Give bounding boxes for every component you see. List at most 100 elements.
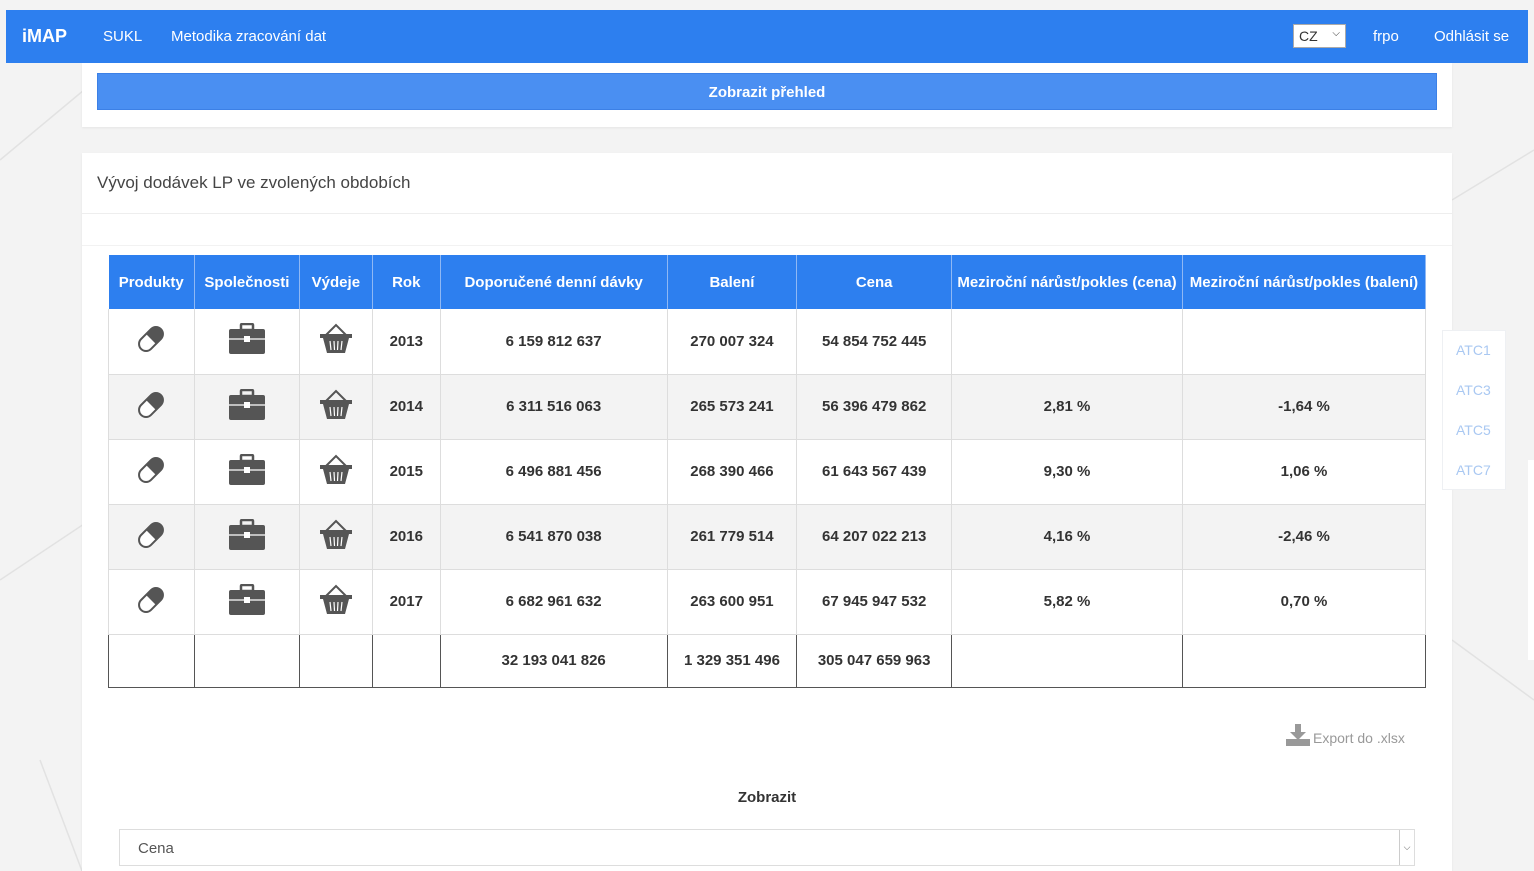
- nav-link-metodika[interactable]: Metodika zracování dat: [171, 28, 326, 45]
- export-button[interactable]: Export do .xlsx: [1286, 724, 1405, 746]
- pill-icon[interactable]: [133, 321, 169, 361]
- column-header[interactable]: Výdeje: [299, 255, 373, 309]
- dispense-cell: [299, 309, 373, 375]
- company-cell: [194, 439, 300, 505]
- tab-atc3[interactable]: ATC3: [1456, 382, 1491, 398]
- download-icon: [1286, 724, 1310, 746]
- company-cell: [194, 504, 300, 570]
- scrollbar[interactable]: [1528, 460, 1534, 660]
- baleni-cell: 270 007 324: [667, 309, 798, 375]
- basket-icon[interactable]: [318, 389, 354, 425]
- product-cell: [108, 374, 195, 440]
- export-label: Export do .xlsx: [1313, 730, 1405, 746]
- empty-cell: [298, 633, 373, 688]
- language-select[interactable]: CZ ⌵: [1293, 24, 1346, 48]
- dispense-cell: [299, 504, 373, 570]
- data-table: Produkty Společnosti Výdeje Rok Doporuče…: [108, 255, 1427, 688]
- briefcase-icon[interactable]: [228, 388, 266, 425]
- year-cell: 2013: [372, 309, 441, 375]
- user-link[interactable]: frpo: [1373, 28, 1399, 45]
- column-header[interactable]: Balení: [667, 255, 798, 309]
- table-row: 2015 6 496 881 456 268 390 466 61 643 567 4…: [108, 439, 1427, 505]
- product-cell: [108, 504, 195, 570]
- company-cell: [194, 309, 300, 375]
- tab-atc7[interactable]: ATC7: [1456, 462, 1491, 478]
- show-overview-button[interactable]: Zobrazit přehled: [97, 73, 1437, 110]
- product-cell: [108, 569, 195, 635]
- yoy-baleni-cell: 0,70 %: [1182, 569, 1427, 635]
- pill-icon[interactable]: [133, 452, 169, 492]
- column-header[interactable]: Rok: [372, 255, 441, 309]
- card-title: Vývoj dodávek LP ve zvolených obdobích: [97, 173, 411, 192]
- basket-icon[interactable]: [318, 584, 354, 620]
- display-label: Zobrazit: [737, 789, 797, 806]
- brand-logo[interactable]: iMAP: [22, 26, 67, 47]
- cena-cell: 67 945 947 532: [796, 569, 952, 635]
- column-header[interactable]: Produkty: [108, 255, 195, 309]
- company-cell: [194, 374, 300, 440]
- basket-icon[interactable]: [318, 519, 354, 555]
- dispense-cell: [299, 569, 373, 635]
- display-select-value: Cena: [138, 840, 174, 857]
- tab-atc5[interactable]: ATC5: [1456, 422, 1491, 438]
- total-ddd: 32 193 041 826: [439, 633, 668, 688]
- yoy-baleni-cell: 1,06 %: [1182, 439, 1427, 505]
- cena-cell: 61 643 567 439: [796, 439, 952, 505]
- cena-cell: 56 396 479 862: [796, 374, 952, 440]
- yoy-cena-cell: 9,30 %: [951, 439, 1183, 505]
- chevron-down-icon: ⌵: [1332, 28, 1340, 39]
- ddd-cell: 6 311 516 063: [440, 374, 668, 440]
- totals-row: 32 193 041 826 1 329 351 496 305 047 659…: [108, 633, 1427, 688]
- ddd-cell: 6 159 812 637: [440, 309, 668, 375]
- top-navbar: iMAP SUKL Metodika zracování dat CZ ⌵ fr…: [6, 10, 1528, 63]
- briefcase-icon[interactable]: [228, 518, 266, 555]
- empty-cell: [1181, 633, 1427, 688]
- column-header[interactable]: Cena: [796, 255, 952, 309]
- briefcase-icon[interactable]: [228, 583, 266, 620]
- basket-icon[interactable]: [318, 323, 354, 359]
- filter-card: Zobrazit přehled: [82, 63, 1452, 127]
- column-header[interactable]: Meziroční nárůst/pokles (balení): [1182, 255, 1427, 309]
- display-select[interactable]: Cena ⌵: [119, 829, 1415, 866]
- briefcase-icon[interactable]: [228, 453, 266, 490]
- yoy-cena-cell: 4,16 %: [951, 504, 1183, 570]
- table-row: 2013 6 159 812 637 270 007 324 54 854 752 4…: [108, 309, 1427, 375]
- pill-icon[interactable]: [133, 517, 169, 557]
- tab-atc1[interactable]: ATC1: [1456, 342, 1491, 358]
- total-cena: 305 047 659 963: [796, 633, 952, 688]
- yoy-baleni-cell: [1182, 309, 1427, 375]
- empty-cell: [108, 633, 195, 688]
- chevron-down-icon: ⌵: [1399, 830, 1414, 865]
- yoy-baleni-cell: -1,64 %: [1182, 374, 1427, 440]
- language-value: CZ: [1299, 28, 1318, 44]
- yoy-cena-cell: 5,82 %: [951, 569, 1183, 635]
- pill-icon[interactable]: [133, 387, 169, 427]
- basket-icon[interactable]: [318, 454, 354, 490]
- ddd-cell: 6 496 881 456: [440, 439, 668, 505]
- column-header[interactable]: Doporučené denní dávky: [440, 255, 668, 309]
- baleni-cell: 268 390 466: [667, 439, 798, 505]
- cena-cell: 54 854 752 445: [796, 309, 952, 375]
- baleni-cell: 263 600 951: [667, 569, 798, 635]
- cena-cell: 64 207 022 213: [796, 504, 952, 570]
- year-cell: 2017: [372, 569, 441, 635]
- table-header-row: Produkty Společnosti Výdeje Rok Doporuče…: [108, 255, 1427, 309]
- logout-link[interactable]: Odhlásit se: [1434, 28, 1509, 45]
- dispense-cell: [299, 374, 373, 440]
- dispense-cell: [299, 439, 373, 505]
- nav-link-sukl[interactable]: SUKL: [103, 28, 142, 45]
- yoy-cena-cell: [951, 309, 1183, 375]
- yoy-baleni-cell: -2,46 %: [1182, 504, 1427, 570]
- divider: [82, 245, 1452, 246]
- results-card: Vývoj dodávek LP ve zvolených obdobích P…: [82, 153, 1452, 871]
- column-header[interactable]: Meziroční nárůst/pokles (cena): [951, 255, 1183, 309]
- divider: [82, 213, 1452, 214]
- year-cell: 2016: [372, 504, 441, 570]
- briefcase-icon[interactable]: [228, 323, 266, 359]
- product-cell: [108, 309, 195, 375]
- pill-icon[interactable]: [133, 582, 169, 622]
- empty-cell: [950, 633, 1183, 688]
- column-header[interactable]: Společnosti: [194, 255, 300, 309]
- table-row: 2016 6 541 870 038 261 779 514 64 207 022 2…: [108, 504, 1427, 570]
- atc-side-tabs: ATC1 ATC3 ATC5 ATC7: [1442, 330, 1506, 490]
